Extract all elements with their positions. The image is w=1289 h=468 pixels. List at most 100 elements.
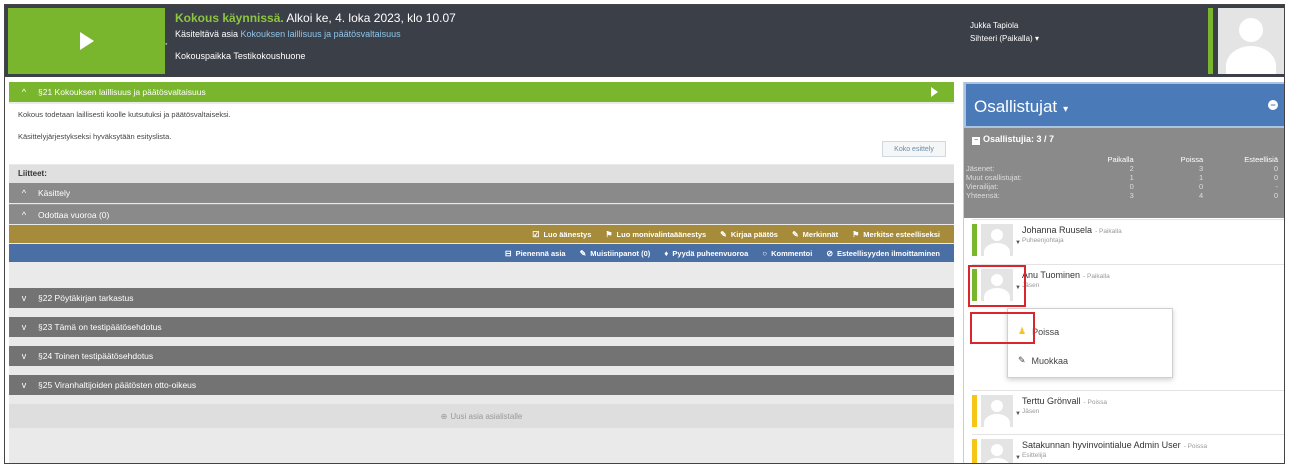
notes-label: Merkinnät bbox=[802, 229, 839, 239]
checkbox-icon: ☑ bbox=[532, 229, 540, 239]
table-cell: 4 bbox=[1199, 191, 1204, 200]
users-icon: ⚑ bbox=[605, 229, 613, 239]
participants-title-wrap: Osallistujat ▾ bbox=[974, 97, 1068, 117]
create-multichoice-vote-label: Luo monivalintaäänestys bbox=[616, 229, 707, 239]
agenda-item-label: §21 Kokouksen laillisuus ja päätösvaltai… bbox=[38, 87, 206, 97]
participant-name-line: Terttu Grönvall - Poissa bbox=[1022, 396, 1107, 406]
participant-role: Esittelijä bbox=[1022, 452, 1047, 459]
table-cell: Yhteensä: bbox=[966, 191, 1000, 200]
memo-label: Muistiinpanot (0) bbox=[590, 248, 651, 258]
meeting-status: Kokous käynnissä. Alkoi ke, 4. loka 2023… bbox=[175, 11, 456, 25]
chevron-down-icon: ▾ bbox=[1034, 34, 1039, 43]
pencil-icon: ✎ bbox=[791, 229, 799, 239]
agenda-item-content: Kokous todetaan laillisesti koolle kutsu… bbox=[9, 104, 954, 164]
collapse-icon[interactable]: − bbox=[1268, 100, 1278, 110]
agenda-item-label: §22 Pöytäkirjan tarkastus bbox=[38, 293, 134, 303]
minimize-icon: ⊟ bbox=[504, 248, 512, 258]
participant-role: Puheenjohtaja bbox=[1022, 237, 1064, 244]
participant-name-line: Anu Tuominen - Paikalla bbox=[1022, 270, 1110, 280]
participant-card[interactable]: ▼ Terttu Grönvall - Poissa Jäsen bbox=[972, 390, 1284, 434]
highlight-box bbox=[968, 265, 1026, 307]
notes-button[interactable]: ✎ Merkinnät bbox=[792, 230, 838, 239]
content-paragraph: Käsittelyjärjestykseksi hyväksytään esit… bbox=[18, 132, 172, 141]
edit-icon: ✎ bbox=[579, 248, 587, 258]
chevron-down-icon[interactable]: ▼ bbox=[1015, 240, 1021, 246]
agenda-item-label: §25 Viranhaltijoiden päätösten otto-oike… bbox=[38, 380, 197, 390]
avatar-body-shape bbox=[984, 414, 1010, 427]
meeting-location: Kokouspaikka Testikokoushuone bbox=[175, 51, 306, 61]
agenda-item-24[interactable]: v §24 Toinen testipäätösehdotus bbox=[9, 346, 954, 366]
participants-stats: − Osallistujia: 3 / 7 Paikalla Poissa Est… bbox=[964, 128, 1284, 218]
participants-count[interactable]: − Osallistujia: 3 / 7 bbox=[972, 134, 1054, 145]
table-cell: 0 bbox=[1273, 173, 1278, 182]
kasittely-section[interactable]: ^ Käsittely bbox=[9, 183, 954, 203]
user-name: Jukka Tapiola bbox=[970, 21, 1019, 30]
mark-disqualified-button[interactable]: ⚑ Merkitse esteelliseksi bbox=[852, 230, 940, 239]
current-item-link[interactable]: Kokouksen laillisuus ja päätösvaltaisuus bbox=[241, 29, 401, 39]
avatar-body-shape bbox=[984, 458, 1010, 463]
table-cell: 0 bbox=[1199, 182, 1204, 191]
drag-handle-icon: ▪ bbox=[165, 41, 168, 48]
table-cell: 2 bbox=[1129, 164, 1134, 173]
avatar-body-shape bbox=[1226, 46, 1276, 74]
table-header: Poissa bbox=[1180, 155, 1204, 164]
chevron-down-icon[interactable]: ▼ bbox=[1015, 411, 1021, 417]
minus-square-icon: − bbox=[972, 137, 980, 145]
participant-name: Satakunnan hyvinvointialue Admin User bbox=[1022, 440, 1181, 450]
create-multichoice-vote-button[interactable]: ⚑ Luo monivalintaäänestys bbox=[605, 230, 706, 239]
participants-header[interactable]: Osallistujat ▾ − bbox=[964, 82, 1284, 128]
record-decision-button[interactable]: ✎ Kirjaa päätös bbox=[720, 230, 778, 239]
highlight-box bbox=[970, 312, 1035, 344]
comment-button[interactable]: ○ Kommentoi bbox=[762, 249, 812, 258]
new-agenda-item-button[interactable]: ⊕ Uusi asia asialistalle bbox=[9, 404, 954, 428]
table-cell: 0 bbox=[1273, 191, 1278, 200]
table-row: Yhteensä: 3 4 0 bbox=[966, 191, 1278, 200]
participant-card[interactable]: ▼ Johanna Ruusela - Paikalla Puheenjohtaj… bbox=[972, 219, 1284, 263]
chevron-down-icon[interactable]: ▼ bbox=[1015, 455, 1021, 461]
table-row: Jäsenet: 2 3 0 bbox=[966, 164, 1278, 173]
memo-button[interactable]: ✎ Muistiinpanot (0) bbox=[580, 249, 651, 258]
user-menu[interactable]: Jukka Tapiola Sihteeri (Paikalla) ▾ bbox=[970, 19, 1039, 45]
minimize-item-button[interactable]: ⊟ Pienennä asia bbox=[505, 249, 566, 258]
plus-circle-icon: ⊕ bbox=[440, 411, 448, 421]
presence-strip bbox=[972, 439, 977, 463]
create-vote-button[interactable]: ☑ Luo äänestys bbox=[532, 230, 591, 239]
avatar[interactable] bbox=[1218, 8, 1284, 74]
meeting-status-accent: Kokous käynnissä. bbox=[175, 11, 284, 25]
edit-label: Muokkaa bbox=[1031, 355, 1069, 366]
play-icon[interactable] bbox=[931, 87, 938, 97]
agenda-item-label: §24 Toinen testipäätösehdotus bbox=[38, 351, 154, 361]
new-agenda-item-label: Uusi asia asialistalle bbox=[450, 411, 523, 421]
report-disqualification-button[interactable]: ⊘ Esteellisyyden ilmoittaminen bbox=[826, 249, 940, 258]
presence-strip bbox=[972, 395, 977, 427]
participant-name: Anu Tuominen bbox=[1022, 270, 1081, 280]
chevron-down-icon: v bbox=[21, 380, 27, 390]
table-row: Vierailijat: 0 0 - bbox=[966, 182, 1278, 191]
user-role-line[interactable]: Sihteeri (Paikalla) ▾ bbox=[970, 32, 1039, 45]
koko-esittely-button[interactable]: Koko esittely bbox=[882, 141, 946, 157]
participant-role: Jäsen bbox=[1022, 408, 1040, 415]
participant-card[interactable]: ▼ Satakunnan hyvinvointialue Admin User -… bbox=[972, 434, 1284, 463]
participant-name: Terttu Grönvall bbox=[1022, 396, 1081, 406]
avatar-head-shape bbox=[991, 229, 1003, 241]
agenda-item-25[interactable]: v §25 Viranhaltijoiden päätösten otto-oi… bbox=[9, 375, 954, 395]
agenda-item-active[interactable]: ^ §21 Kokouksen laillisuus ja päätösvalt… bbox=[9, 82, 954, 102]
agenda-panel: ^ §21 Kokouksen laillisuus ja päätösvalt… bbox=[9, 82, 954, 463]
chevron-down-icon: v bbox=[21, 293, 27, 303]
table-cell: 1 bbox=[1129, 173, 1134, 182]
participants-title: Osallistujat bbox=[974, 97, 1058, 116]
avatar-head-shape bbox=[991, 444, 1003, 456]
record-decision-label: Kirjaa päätös bbox=[730, 229, 778, 239]
agenda-item-23[interactable]: v §23 Tämä on testipäätösehdotus bbox=[9, 317, 954, 337]
avatar-head-shape bbox=[991, 400, 1003, 412]
chevron-up-icon: ^ bbox=[21, 188, 27, 198]
flag-icon: ⚑ bbox=[852, 229, 860, 239]
queue-section[interactable]: ^ Odottaa vuoroa (0) bbox=[9, 204, 954, 224]
request-turn-button[interactable]: ♦ Pyydä puheenvuoroa bbox=[664, 249, 748, 258]
report-disqualification-label: Esteellisyyden ilmoittaminen bbox=[837, 248, 940, 258]
agenda-item-22[interactable]: v §22 Pöytäkirjan tarkastus bbox=[9, 288, 954, 308]
table-cell: Jäsenet: bbox=[966, 164, 995, 173]
table-cell: 0 bbox=[1273, 164, 1278, 173]
edit-menu-item[interactable]: ✎ Muokkaa bbox=[1018, 355, 1068, 366]
play-button[interactable] bbox=[8, 8, 165, 74]
